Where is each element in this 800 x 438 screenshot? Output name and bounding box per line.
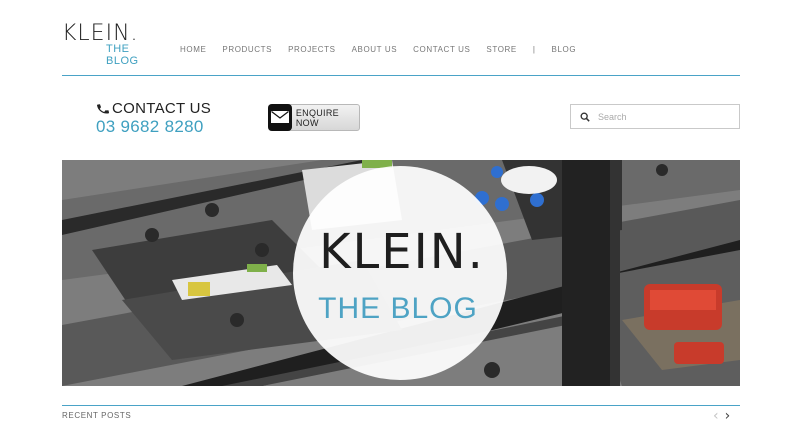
nav-item-home[interactable]: HOME <box>180 45 206 54</box>
logo-tagline: THE BLOG <box>106 43 139 67</box>
phone-icon <box>97 103 109 114</box>
office-scene-image: KLEIN. THE BLOG <box>62 160 740 386</box>
site-logo[interactable]: KLEIN. THE BLOG <box>62 21 157 67</box>
main-nav: HOME PRODUCTS PROJECTS ABOUT US CONTACT … <box>172 45 584 54</box>
nav-item-projects[interactable]: PROJECTS <box>288 45 335 54</box>
envelope-icon <box>268 103 292 131</box>
nav-item-about-us[interactable]: ABOUT US <box>352 45 398 54</box>
nav-item-products[interactable]: PRODUCTS <box>222 45 272 54</box>
nav-item-contact-us[interactable]: CONTACT US <box>413 45 470 54</box>
recent-posts-heading: RECENT POSTS <box>62 411 132 420</box>
search-icon[interactable] <box>580 112 590 122</box>
nav-item-store[interactable]: STORE <box>486 45 516 54</box>
contact-label: CONTACT US <box>112 100 212 117</box>
chevron-right-icon[interactable]: › <box>725 409 731 423</box>
footer-divider <box>62 405 740 406</box>
header-divider <box>62 75 740 76</box>
carousel-arrows: ‹ › <box>713 409 730 423</box>
hero-banner: KLEIN. THE BLOG <box>62 160 740 386</box>
hero-subtitle: THE BLOG <box>318 292 478 325</box>
contact-phone-number[interactable]: 03 9682 8280 <box>96 117 211 137</box>
nav-separator: | <box>532 45 536 54</box>
chevron-left-icon[interactable]: ‹ <box>713 409 719 423</box>
nav-item-blog[interactable]: BLOG <box>552 45 577 54</box>
hero-title: KLEIN. <box>319 224 485 280</box>
search-box <box>570 104 740 129</box>
enquire-now-button[interactable]: ENQUIRE NOW <box>268 103 360 131</box>
search-input[interactable] <box>596 110 730 123</box>
enquire-now-label: ENQUIRE NOW <box>295 107 339 128</box>
contact-block: CONTACT US 03 9682 8280 <box>96 100 211 137</box>
